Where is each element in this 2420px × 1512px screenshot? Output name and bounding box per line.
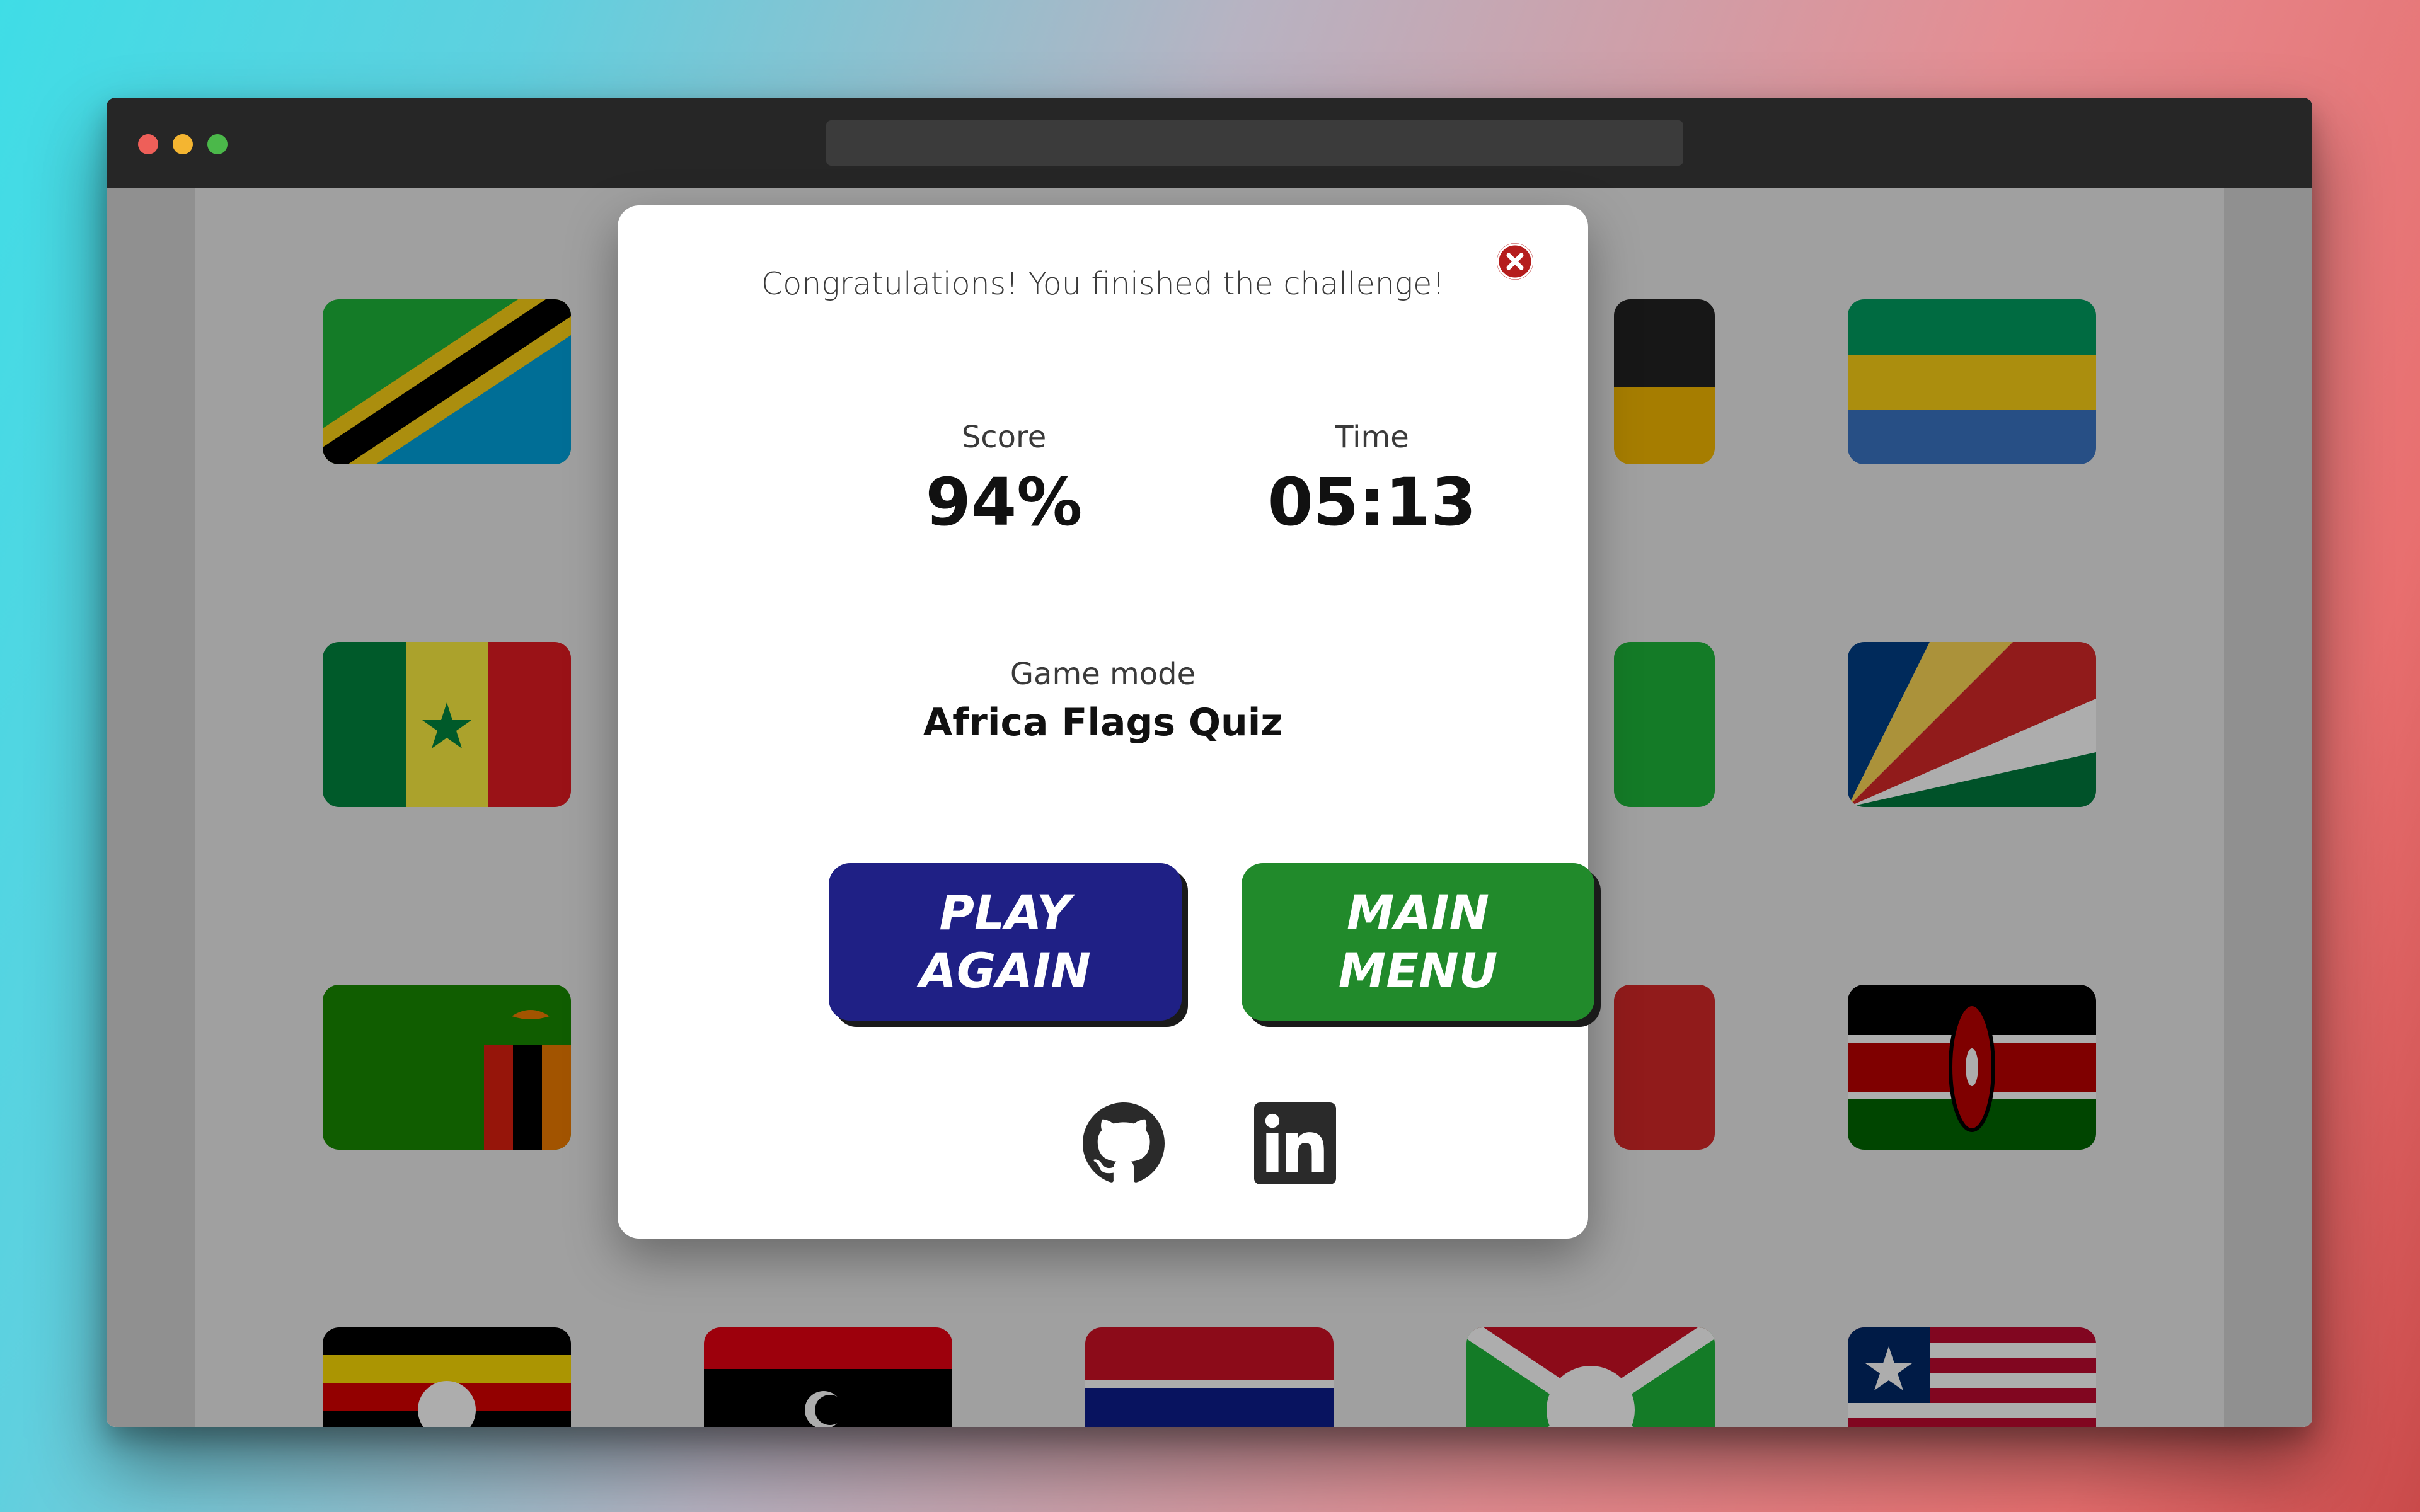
minimize-window-button[interactable] <box>173 134 193 154</box>
linkedin-icon[interactable] <box>1254 1102 1336 1184</box>
main-menu-button[interactable]: MAIN MENU <box>1242 863 1594 1021</box>
browser-titlebar <box>107 98 2312 188</box>
congratulations-message: Congratulations! You finished the challe… <box>761 266 1444 302</box>
address-bar[interactable] <box>826 120 1683 166</box>
time-label: Time <box>1335 420 1409 455</box>
play-again-label-line2: AGAIN <box>919 942 1091 999</box>
zoom-window-button[interactable] <box>207 134 228 154</box>
score-label: Score <box>961 420 1047 455</box>
results-modal: Congratulations! You finished the challe… <box>618 205 1594 1239</box>
score-value: 94% <box>925 464 1083 541</box>
time-value: 05:13 <box>1267 464 1477 541</box>
main-menu-label-line2: MENU <box>1338 942 1498 999</box>
github-icon[interactable] <box>1083 1102 1165 1184</box>
main-menu-label-line1: MAIN <box>1346 885 1490 941</box>
game-mode-value: Africa Flags Quiz <box>923 701 1283 745</box>
game-mode-label: Game mode <box>1010 656 1196 692</box>
play-again-label-line1: PLAY <box>939 885 1071 941</box>
close-window-button[interactable] <box>138 134 158 154</box>
play-again-button[interactable]: PLAY AGAIN <box>829 863 1182 1021</box>
